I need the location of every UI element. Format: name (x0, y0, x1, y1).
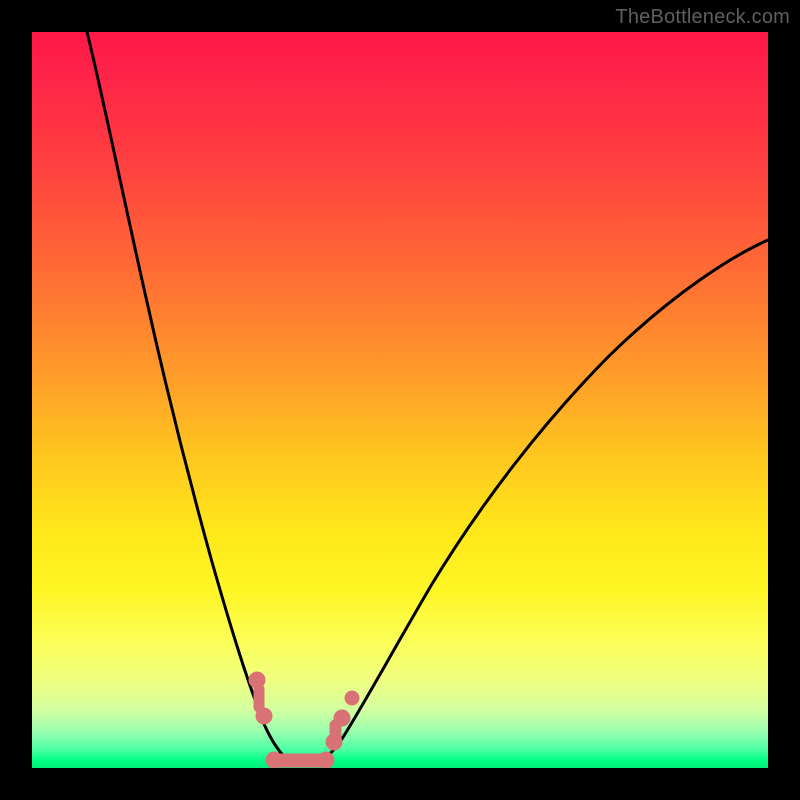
trough-marker-group (249, 672, 359, 768)
watermark-text: TheBottleneck.com (615, 6, 790, 29)
chart-frame: TheBottleneck.com (0, 0, 800, 800)
curve-right-branch (304, 240, 768, 766)
bottleneck-curve (32, 32, 768, 768)
plot-area (32, 32, 768, 768)
curve-left-branch (87, 32, 304, 766)
